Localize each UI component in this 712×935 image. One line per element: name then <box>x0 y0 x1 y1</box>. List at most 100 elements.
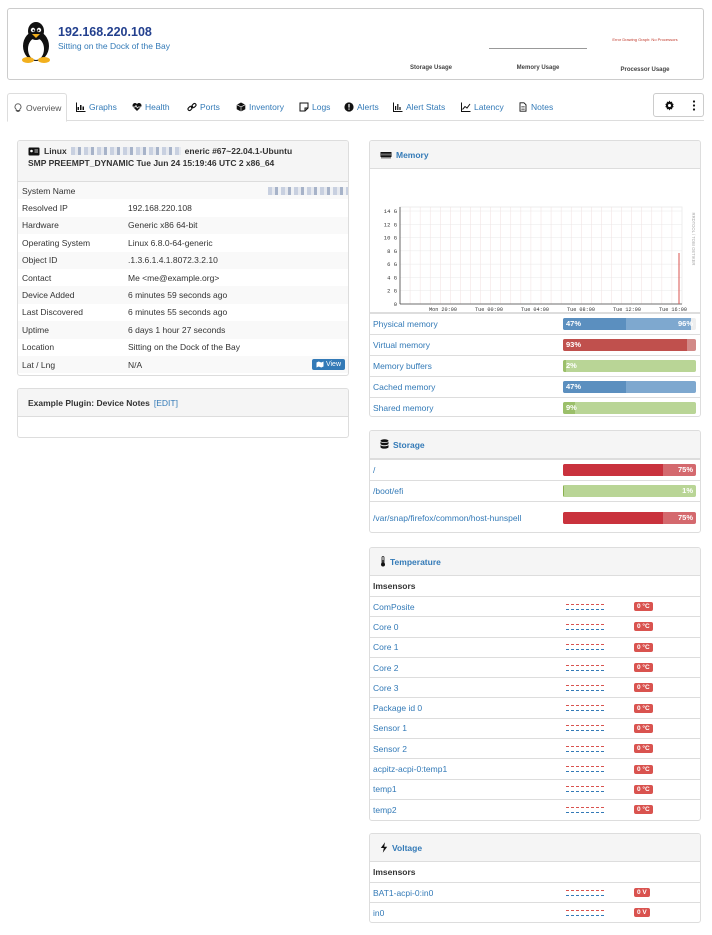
memory-progress-bar[interactable]: 9% <box>563 402 696 414</box>
system-title-mid: eneric #67~22.04.1-Ubuntu <box>184 146 293 156</box>
storage-bar-name[interactable]: /var/snap/firefox/common/host-hunspell <box>370 513 563 523</box>
temperature-sensor-name[interactable]: Core 2 <box>370 663 564 673</box>
memory-progress-bar[interactable]: 93% <box>563 339 696 351</box>
temperature-sparkline[interactable] <box>564 661 634 675</box>
storage-bar-row: /boot/efi 1% <box>370 480 700 501</box>
bar-left-value: 93% <box>566 340 582 349</box>
system-title-start: Linux <box>44 146 67 156</box>
tab-latency[interactable]: Latency <box>456 93 509 121</box>
system-panel-heading: Linux eneric #67~22.04.1-Ubuntu SMP PREE… <box>18 141 348 182</box>
graph-x-tick: Tue 16:00 <box>659 307 687 313</box>
temperature-sensor-row: Core 0 0 °C <box>370 616 700 636</box>
memory-bar-name[interactable]: Memory buffers <box>370 361 563 371</box>
system-title-line2: SMP PREEMPT_DYNAMIC Tue Jun 24 15:19:46 … <box>28 158 275 168</box>
temperature-sparkline[interactable] <box>564 803 634 817</box>
tab-health[interactable]: Health <box>127 93 175 121</box>
tab-ports[interactable]: Ports <box>182 93 225 121</box>
plugin-edit-link[interactable]: [EDIT] <box>154 398 178 408</box>
temperature-sensor-name[interactable]: acpitz-acpi-0:temp1 <box>370 764 564 774</box>
temperature-sensor-name[interactable]: temp2 <box>370 805 564 815</box>
sparkline-max <box>566 786 604 788</box>
voltage-panel-title[interactable]: Voltage <box>392 843 422 853</box>
temperature-sensor-name[interactable]: Core 0 <box>370 622 564 632</box>
memory-usage-label: Memory Usage <box>516 65 560 71</box>
voltage-sparkline[interactable] <box>564 906 634 920</box>
storage-bar-name[interactable]: / <box>370 465 563 475</box>
tab-alerts[interactable]: Alerts <box>339 93 384 121</box>
lightbulb-icon <box>14 102 22 112</box>
system-info-value: .1.3.6.1.4.1.8072.3.2.10 <box>128 255 218 266</box>
map-view-button[interactable]: View <box>311 359 345 371</box>
tab-overview[interactable]: Overview <box>7 93 68 122</box>
temperature-sparkline[interactable] <box>564 742 634 756</box>
more-options-button[interactable] <box>684 93 704 117</box>
gear-icon <box>664 100 674 110</box>
tab-logs[interactable]: Logs <box>294 93 335 121</box>
plugin-title: Example Plugin: Device Notes <box>28 397 150 408</box>
storage-progress-bar[interactable]: 75% <box>563 464 696 476</box>
sparkline-min <box>566 914 604 916</box>
bar-right-value: 75% <box>677 465 693 474</box>
system-info-value: 192.168.220.108 <box>128 203 192 214</box>
voltage-sparkline[interactable] <box>564 886 634 900</box>
memory-progress-bar[interactable]: 47% 96% <box>563 318 696 330</box>
tab-notes-label: Notes <box>531 102 554 112</box>
temperature-sparkline[interactable] <box>564 762 634 776</box>
temperature-sparkline[interactable] <box>564 782 634 796</box>
system-info-row: Lat / Lng N/A View <box>18 355 348 374</box>
temperature-sensor-name[interactable]: Core 1 <box>370 642 564 652</box>
graph-x-tick: Mon 20:00 <box>429 307 457 313</box>
temperature-sparkline[interactable] <box>564 620 634 634</box>
temperature-sparkline[interactable] <box>564 701 634 715</box>
storage-usage-graph[interactable]: Storage Usage <box>381 29 481 71</box>
memory-bar-name[interactable]: Physical memory <box>370 319 563 329</box>
heartbeat-icon <box>132 103 142 111</box>
memory-progress-bar[interactable]: 2% <box>563 360 696 372</box>
temperature-sensor-name[interactable]: temp1 <box>370 784 564 794</box>
tab-alert-stats[interactable]: Alert Stats <box>388 93 450 121</box>
temperature-sparkline[interactable] <box>564 640 634 654</box>
temperature-sparkline[interactable] <box>564 600 634 614</box>
temperature-sensor-name[interactable]: Sensor 1 <box>370 723 564 733</box>
temperature-sensor-name[interactable]: Package id 0 <box>370 703 564 713</box>
temperature-panel-title[interactable]: Temperature <box>390 557 441 567</box>
temperature-rows: ComPosite 0 °C Core 0 0 °C Core 1 0 °C Core 2 0… <box>370 596 700 819</box>
memory-panel-title[interactable]: Memory <box>396 150 429 160</box>
tab-graphs-label: Graphs <box>89 102 117 112</box>
memory-bar-name[interactable]: Cached memory <box>370 382 563 392</box>
temperature-sparkline[interactable] <box>564 681 634 695</box>
voltage-sensor-name[interactable]: in0 <box>370 908 564 918</box>
temperature-sparkline[interactable] <box>564 721 634 735</box>
tab-inventory-label: Inventory <box>249 102 284 112</box>
memory-bar-name[interactable]: Virtual memory <box>370 340 563 350</box>
storage-progress-bar[interactable]: 75% <box>563 511 696 524</box>
memory-progress-bar[interactable]: 47% <box>563 381 696 393</box>
storage-bar-name[interactable]: /boot/efi <box>370 486 563 496</box>
tab-graphs[interactable]: Graphs <box>71 93 122 121</box>
memory-bars: Physical memory 47% 96% Virtual memory 93% Me… <box>370 313 700 416</box>
tab-notes[interactable]: Notes <box>513 93 558 121</box>
system-info-key: Uptime <box>22 324 49 335</box>
graph-y-tick: 10 G <box>384 235 397 242</box>
temperature-sensor-name[interactable]: Sensor 2 <box>370 744 564 754</box>
settings-button[interactable] <box>653 93 685 117</box>
system-info-value: 6 days 1 hour 27 seconds <box>128 324 226 335</box>
sparkline-min <box>566 628 604 630</box>
temperature-sensor-name[interactable]: ComPosite <box>370 602 564 612</box>
tab-latency-label: Latency <box>474 102 504 112</box>
memory-bar-name[interactable]: Shared memory <box>370 403 563 413</box>
device-hostname[interactable]: 192.168.220.108 <box>58 25 152 39</box>
tab-inventory[interactable]: Inventory <box>231 93 289 121</box>
storage-panel-heading: Storage <box>370 431 700 459</box>
temperature-sensor-name[interactable]: Core 3 <box>370 683 564 693</box>
voltage-sensor-name[interactable]: BAT1-acpi-0:in0 <box>370 888 564 898</box>
memory-usage-graph[interactable]: Memory Usage <box>488 29 588 71</box>
processor-usage-graph[interactable]: Error Drawing Graph: No Processors Proce… <box>595 29 695 73</box>
system-info-key: System Name <box>22 185 76 196</box>
bar-right-value: 75% <box>677 512 693 522</box>
storage-panel-title[interactable]: Storage <box>393 440 425 450</box>
memory-graph[interactable]: 14 G 12 G 10 G 8 G 6 G 4 G 2 G 0 Mon 20:00 Tue 00… <box>370 169 700 313</box>
plugin-panel: Example Plugin: Device Notes [EDIT] <box>17 388 349 438</box>
storage-progress-bar[interactable]: 1% <box>563 485 696 497</box>
graph-x-tick: Tue 04:00 <box>521 307 549 313</box>
